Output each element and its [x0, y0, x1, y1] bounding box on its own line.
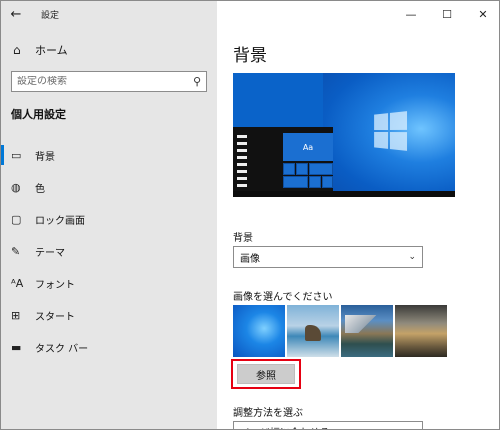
theme-brush-icon: ✎ [11, 244, 21, 258]
palette-icon: ◍ [11, 180, 21, 194]
picture-thumbnail[interactable] [233, 305, 285, 357]
picture-icon: ▭ [11, 148, 22, 162]
sidebar-item-taskbar[interactable]: ▬ タスク バー [1, 331, 217, 363]
font-icon: ᴬA [11, 276, 24, 290]
lock-screen-icon: ▢ [11, 212, 22, 226]
main-content: — ☐ ✕ 背景 Aa 背景 画像 ⌄ 画像を選んでください 参照 調整方法を選… [217, 1, 499, 429]
home-icon: ⌂ [13, 43, 21, 57]
background-type-dropdown[interactable]: 画像 ⌄ [233, 246, 423, 268]
picture-thumbnail[interactable] [341, 305, 393, 357]
preview-tiles: Aa [283, 133, 333, 191]
sidebar-item-fonts[interactable]: ᴬA フォント [1, 267, 217, 299]
choose-picture-label: 画像を選んでください [233, 292, 333, 303]
close-icon[interactable]: ✕ [465, 1, 499, 27]
window-controls: — ☐ ✕ [393, 1, 499, 27]
sidebar-item-label: 色 [35, 183, 45, 195]
page-title: 背景 [233, 46, 267, 66]
sidebar-item-background[interactable]: ▭ 背景 [1, 139, 217, 171]
sidebar-item-label: ホーム [35, 44, 68, 57]
minimize-icon[interactable]: — [393, 1, 429, 27]
sidebar-item-label: テーマ [35, 247, 65, 259]
settings-window: ← 設定 ⌂ ホーム ⚲ 個人用設定 ▭ 背景 ◍ 色 ▢ ロック画面 [0, 0, 500, 430]
sidebar-item-label: ロック画面 [35, 215, 85, 227]
background-label: 背景 [233, 233, 253, 244]
sidebar: ← 設定 ⌂ ホーム ⚲ 個人用設定 ▭ 背景 ◍ 色 ▢ ロック画面 [1, 1, 217, 429]
fit-dropdown[interactable]: ページ幅に合わせる [233, 421, 423, 429]
sidebar-item-home[interactable]: ⌂ ホーム [1, 37, 217, 63]
chevron-down-icon: ⌄ [408, 252, 416, 262]
taskbar-icon: ▬ [11, 340, 22, 354]
app-title: 設定 [41, 10, 60, 21]
start-icon: ⊞ [11, 308, 21, 322]
picture-thumbnail[interactable] [395, 305, 447, 357]
sidebar-item-start[interactable]: ⊞ スタート [1, 299, 217, 331]
sidebar-item-themes[interactable]: ✎ テーマ [1, 235, 217, 267]
picture-thumbnails [233, 305, 447, 357]
preview-tile-aa: Aa [283, 133, 333, 161]
picture-thumbnail[interactable] [287, 305, 339, 357]
search-input[interactable] [17, 76, 177, 87]
sidebar-item-label: スタート [35, 311, 75, 323]
preview-app-list [237, 135, 247, 191]
preview-taskbar [233, 191, 455, 197]
dropdown-value: 画像 [240, 253, 260, 265]
fit-label: 調整方法を選ぶ [233, 408, 303, 419]
maximize-icon[interactable]: ☐ [429, 1, 465, 27]
search-icon[interactable]: ⚲ [193, 75, 201, 88]
section-title: 個人用設定 [11, 108, 66, 121]
windows-logo-icon [374, 111, 408, 151]
preview-start-menu: Aa [233, 127, 333, 197]
sidebar-item-label: フォント [35, 279, 75, 291]
back-arrow-icon[interactable]: ← [1, 1, 31, 27]
sidebar-item-lock-screen[interactable]: ▢ ロック画面 [1, 203, 217, 235]
sidebar-item-label: タスク バー [35, 343, 89, 355]
background-preview: Aa [233, 73, 455, 197]
sidebar-item-label: 背景 [35, 151, 55, 163]
sidebar-item-colors[interactable]: ◍ 色 [1, 171, 217, 203]
search-box[interactable]: ⚲ [11, 71, 207, 92]
browse-button[interactable]: 参照 [237, 364, 295, 384]
title-bar: ← 設定 [1, 1, 217, 27]
sidebar-nav: ▭ 背景 ◍ 色 ▢ ロック画面 ✎ テーマ ᴬA フォント ⊞ スタート ▬ … [1, 139, 217, 363]
